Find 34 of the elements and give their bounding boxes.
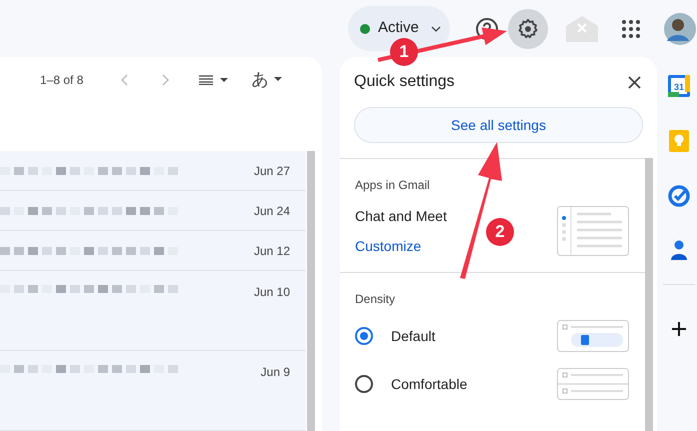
status-label: Active <box>378 18 419 38</box>
density-preview-drawing <box>557 368 629 400</box>
caret-icon <box>430 26 441 32</box>
radio-label: Comfortable <box>391 374 468 394</box>
section-heading: Density <box>355 291 396 308</box>
tasks-icon[interactable] <box>668 185 690 207</box>
date-text: Jun 10 <box>254 284 290 301</box>
date-text: Jun 9 <box>260 364 290 381</box>
avatar[interactable] <box>664 12 696 44</box>
radio-button[interactable] <box>355 327 373 345</box>
date-text: Jun 24 <box>254 202 290 220</box>
density-preview-drawing <box>557 320 629 352</box>
section-heading: Apps in Gmail <box>355 177 431 194</box>
contacts-icon[interactable] <box>671 240 687 260</box>
apps-grid-icon[interactable] <box>622 20 640 38</box>
settings-button[interactable] <box>508 8 548 48</box>
layout-preview-drawing <box>557 206 629 256</box>
apps-label: Chat and Meet <box>355 207 447 226</box>
customize-link[interactable]: Customize <box>355 236 447 257</box>
add-icon[interactable] <box>671 321 687 337</box>
pagination-text: 1–8 of 8 <box>40 72 84 89</box>
settings-icon <box>517 18 539 40</box>
panel-title: Quick settings <box>354 72 454 92</box>
scrollbar[interactable] <box>307 151 315 431</box>
close-icon[interactable] <box>628 76 641 88</box>
caret-icon <box>274 77 282 82</box>
see-all-settings-button[interactable]: See all settings <box>354 107 643 143</box>
date-text: Jun 12 <box>254 242 290 260</box>
radio-button[interactable] <box>355 375 373 393</box>
scrollbar[interactable] <box>645 158 653 431</box>
input-tools-button[interactable]: あ <box>251 66 268 92</box>
date-text: Jun 27 <box>254 162 290 180</box>
radio-label: Default <box>391 326 436 346</box>
calendar-icon[interactable]: 31 <box>668 75 690 97</box>
